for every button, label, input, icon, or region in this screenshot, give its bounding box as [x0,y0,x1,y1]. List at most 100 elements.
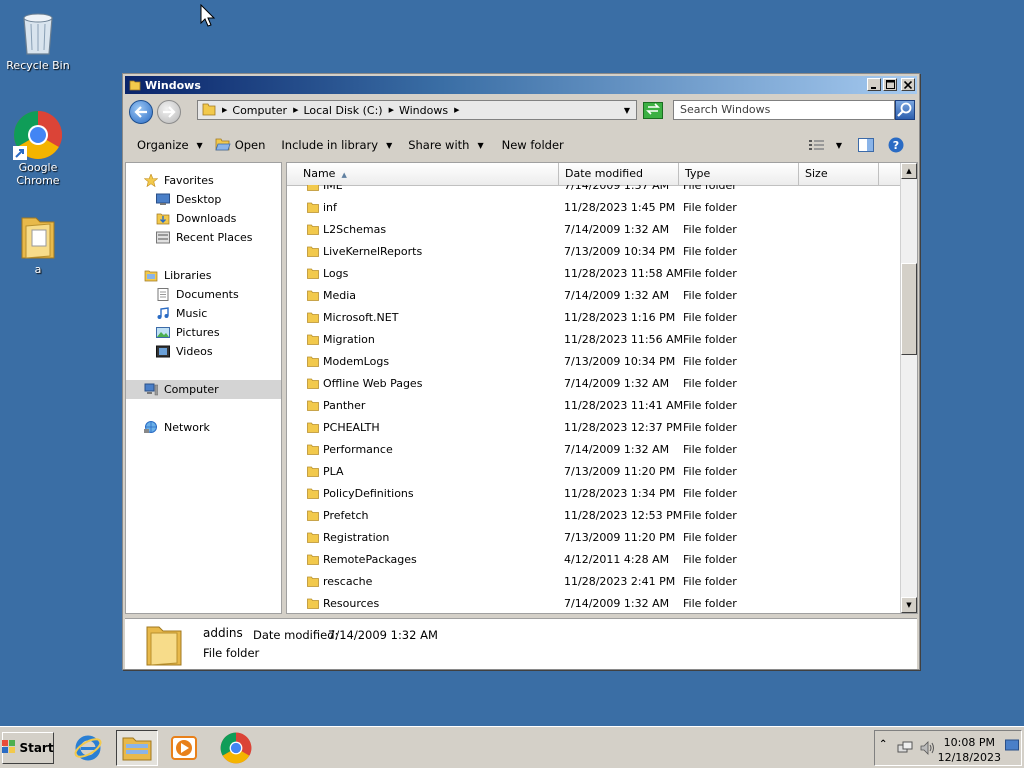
table-row[interactable]: Registration 7/13/2009 11:20 PM File folde… [287,527,901,549]
table-row[interactable]: Media 7/14/2009 1:32 AM File folder [287,285,901,307]
file-name: Migration [323,333,375,346]
table-row[interactable]: rescache 11/28/2023 2:41 PM File folder [287,571,901,593]
chevron-right-icon[interactable]: ▶ [389,106,394,114]
table-row[interactable]: PolicyDefinitions 11/28/2023 1:34 PM File … [287,483,901,505]
column-header-date-modified[interactable]: Date modified [559,163,679,185]
file-name: Offline Web Pages [323,377,423,390]
desktop-icon-google-chrome[interactable]: Google Chrome [0,110,78,187]
nav-pictures[interactable]: Pictures [126,323,281,342]
file-date-modified: 4/12/2011 4:28 AM [564,553,670,566]
share-with-button[interactable]: Share with ▼ [408,138,483,152]
vertical-scrollbar[interactable]: ▲ ▼ [900,163,917,613]
table-row[interactable]: inf 11/28/2023 1:45 PM File folder [287,197,901,219]
breadcrumb-windows[interactable]: Windows [399,104,448,117]
chevron-right-icon[interactable]: ▶ [293,106,298,114]
folder-icon [129,79,141,91]
clock[interactable]: 10:08 PM 12/18/2023 [938,735,1001,765]
nav-libraries[interactable]: Libraries [126,266,281,285]
file-list: IME 7/14/2009 1:37 AM File folder inf 11/28/… [287,185,901,613]
folder-icon [307,598,319,609]
column-header-type[interactable]: Type [679,163,799,185]
table-row[interactable]: ModemLogs 7/13/2009 10:34 PM File folder [287,351,901,373]
taskbar-internet-explorer[interactable] [70,730,106,766]
nav-favorites[interactable]: Favorites [126,171,281,190]
table-row[interactable]: PCHEALTH 11/28/2023 12:37 PM File folder [287,417,901,439]
taskbar-media-player[interactable] [166,730,202,766]
table-row[interactable]: Migration 11/28/2023 11:56 AM File folder [287,329,901,351]
address-bar[interactable]: ▶ Computer ▶ Local Disk (C:) ▶ Windows ▶… [197,100,637,120]
table-row[interactable]: LiveKernelReports 7/13/2009 10:34 PM File … [287,241,901,263]
view-options-button[interactable] [807,137,827,153]
sort-up-icon: ▲ [341,171,347,179]
desktop-icon-recycle-bin[interactable]: Recycle Bin [0,8,78,72]
table-row[interactable]: Prefetch 11/28/2023 12:53 PM File folder [287,505,901,527]
search-input[interactable]: Search Windows [673,100,895,120]
file-name: Performance [323,443,393,456]
chevron-down-icon[interactable]: ▼ [624,106,630,115]
back-button[interactable] [129,100,153,124]
file-date-modified: 7/14/2009 1:32 AM [564,289,670,302]
table-row[interactable]: Panther 11/28/2023 11:41 AM File folder [287,395,901,417]
refresh-button[interactable] [643,102,663,119]
file-date-modified: 11/28/2023 2:41 PM [564,575,676,588]
scroll-thumb[interactable] [901,263,917,355]
table-row[interactable]: Microsoft.NET 11/28/2023 1:16 PM File fold… [287,307,901,329]
show-desktop-icon[interactable] [1005,739,1019,756]
window-titlebar[interactable]: Windows [125,76,917,94]
nav-music[interactable]: Music [126,304,281,323]
file-date-modified: 11/28/2023 1:16 PM [564,311,676,324]
network-icon[interactable] [897,740,913,759]
nav-computer[interactable]: Computer [126,380,281,399]
table-row[interactable]: Offline Web Pages 7/14/2009 1:32 AM File f… [287,373,901,395]
nav-documents[interactable]: Documents [126,285,281,304]
column-size-label: Size [805,167,828,180]
new-folder-button[interactable]: New folder [502,138,564,152]
file-name: Registration [323,531,390,544]
share-with-label: Share with [408,138,470,152]
nav-network[interactable]: Network [126,418,281,437]
taskbar-windows-explorer[interactable] [116,730,158,766]
maximize-button[interactable] [883,78,897,91]
start-button[interactable]: Start [2,732,54,764]
folder-icon [307,290,319,301]
open-button[interactable]: Open [215,137,265,154]
nav-desktop[interactable]: Desktop [126,190,281,209]
folder-icon [307,422,319,433]
table-row[interactable]: L2Schemas 7/14/2009 1:32 AM File folder [287,219,901,241]
forward-button[interactable] [157,100,181,124]
chevron-down-icon: ▼ [196,140,203,150]
volume-icon[interactable] [919,740,935,759]
table-row[interactable]: Logs 11/28/2023 11:58 AM File folder [287,263,901,285]
include-in-library-button[interactable]: Include in library ▼ [281,138,392,152]
organize-label: Organize [137,138,189,152]
breadcrumb-local-disk[interactable]: Local Disk (C:) [303,104,382,117]
breadcrumb-computer[interactable]: Computer [232,104,287,117]
column-header-name[interactable]: Name ▲ [297,163,559,185]
search-button[interactable] [895,100,915,120]
nav-downloads[interactable]: Downloads [126,209,281,228]
help-button[interactable]: ? [887,137,905,153]
minimize-button[interactable] [867,78,881,91]
folder-icon [307,312,319,323]
scroll-down-button[interactable]: ▼ [901,597,917,613]
table-row[interactable]: PLA 7/13/2009 11:20 PM File folder [287,461,901,483]
column-header-size[interactable]: Size [799,163,879,185]
table-row[interactable]: RemotePackages 4/12/2011 4:28 AM File fold… [287,549,901,571]
view-dropdown-button[interactable]: ▼ [833,137,845,153]
table-row[interactable]: Performance 7/14/2009 1:32 AM File folder [287,439,901,461]
show-hidden-icons-button[interactable]: ⌃ [879,739,887,750]
organize-button[interactable]: Organize ▼ [137,138,203,152]
chevron-right-icon[interactable]: ▶ [222,106,227,114]
table-row[interactable]: IME 7/14/2009 1:37 AM File folder [287,185,901,197]
nav-videos[interactable]: Videos [126,342,281,361]
chevron-right-icon[interactable]: ▶ [454,106,459,114]
nav-recent-places[interactable]: Recent Places [126,228,281,247]
taskbar-google-chrome[interactable] [218,730,254,766]
table-row[interactable]: Resources 7/14/2009 1:32 AM File folder [287,593,901,613]
nav-recent-places-label: Recent Places [176,231,253,244]
close-button[interactable] [901,78,915,91]
scroll-up-button[interactable]: ▲ [901,163,917,179]
file-date-modified: 11/28/2023 11:56 AM [564,333,684,346]
preview-pane-button[interactable] [857,137,875,153]
desktop-icon-a[interactable]: a [0,212,78,276]
